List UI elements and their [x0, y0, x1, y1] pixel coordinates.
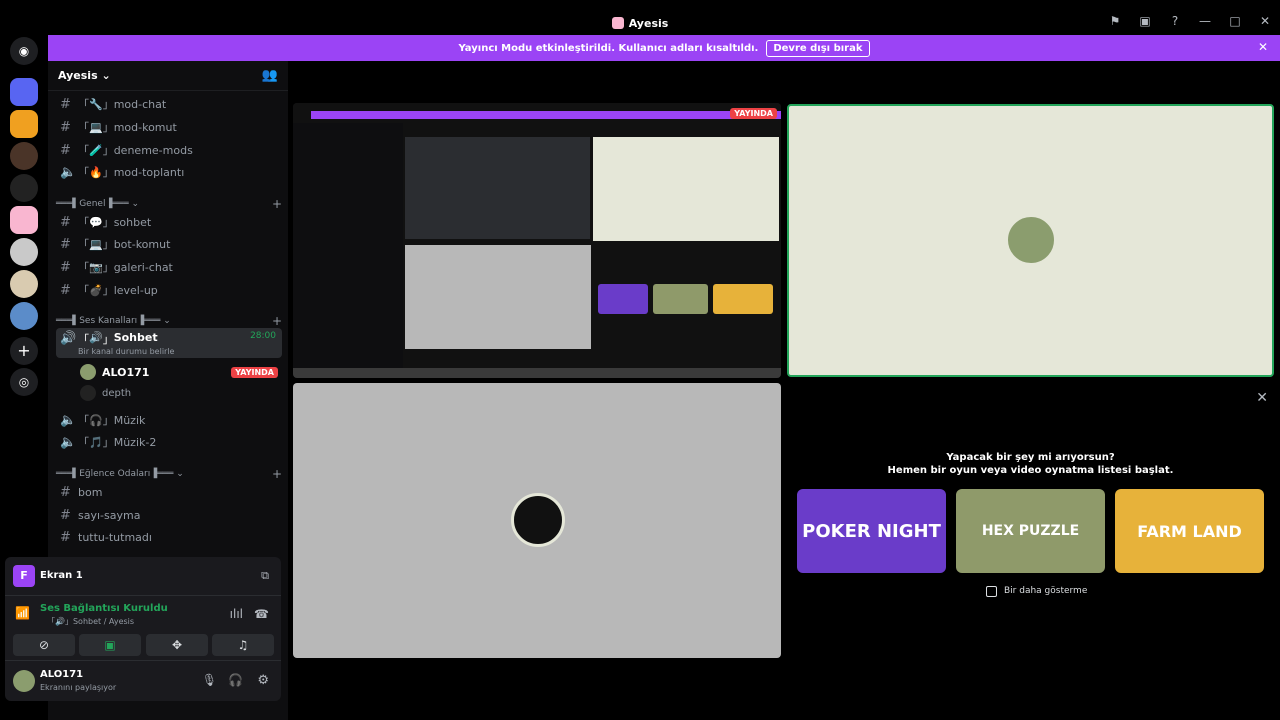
- close-window-button[interactable]: ✕: [1250, 14, 1280, 28]
- add-channel-icon[interactable]: +: [272, 197, 282, 211]
- connection-status[interactable]: Ses Bağlantısı Kuruldu: [40, 603, 168, 614]
- voice-channel[interactable]: 🔈 「🎵」 Müzik-2: [56, 431, 282, 453]
- streamer-mode-banner: Yayıncı Modu etkinleştirildi. Kullanıcı …: [48, 35, 1280, 61]
- activity-subheading: Hemen bir oyun veya video oynatma listes…: [887, 465, 1174, 476]
- game-poker-night[interactable]: POKER NIGHT: [797, 489, 946, 573]
- server-icon[interactable]: [10, 270, 38, 298]
- settings-gear-icon[interactable]: ⚙: [257, 673, 269, 688]
- banner-text: Yayıncı Modu etkinleştirildi. Kullanıcı …: [458, 42, 759, 54]
- channel-item[interactable]: # 「🧪」 deneme-mods: [56, 139, 282, 161]
- disable-streamer-mode-button[interactable]: Devre dışı bırak: [766, 39, 870, 57]
- server-icon-small: [611, 17, 624, 29]
- avatar: [80, 385, 96, 401]
- popout-icon[interactable]: ⧉: [261, 569, 269, 583]
- screen-title: Ekran 1: [40, 570, 83, 581]
- channel-item[interactable]: # 「📷」 galeri-chat: [56, 256, 282, 278]
- stream-tile-avatar[interactable]: [787, 104, 1274, 377]
- live-badge: YAYINDA: [730, 108, 777, 119]
- inbox-flag-icon[interactable]: ⚑: [1100, 14, 1130, 28]
- game-farm-land[interactable]: FARM LAND: [1115, 489, 1264, 573]
- close-banner-icon[interactable]: ✕: [1258, 40, 1268, 54]
- activity-heading: Yapacak bir şey mi arıyorsun?: [946, 452, 1115, 463]
- channel-item[interactable]: # sayı-sayma: [56, 504, 282, 526]
- help-icon[interactable]: ?: [1160, 14, 1190, 28]
- channel-item[interactable]: # 「💣」 level-up: [56, 279, 282, 301]
- avatar[interactable]: [13, 670, 35, 692]
- voice-panel: F Ekran 1 ⧉ 📶 Ses Bağlantısı Kuruldu 「🔊」…: [5, 557, 281, 701]
- share-screen-button[interactable]: ▣: [79, 634, 141, 656]
- avatar: [511, 493, 565, 547]
- stream-tile-avatar[interactable]: [293, 383, 781, 658]
- hash-icon: #: [60, 142, 71, 158]
- user-status: Ekranını paylaşıyor: [40, 683, 117, 692]
- voice-timer: 28:00: [250, 331, 276, 341]
- voice-user[interactable]: depth: [76, 382, 282, 404]
- channel-item[interactable]: # 「💻」 mod-komut: [56, 116, 282, 138]
- channel-status[interactable]: Bir kanal durumu belirle: [78, 347, 174, 356]
- disconnect-icon[interactable]: ☎: [254, 607, 269, 621]
- avatar: [1005, 214, 1057, 266]
- screen-thumb-icon: F: [13, 565, 35, 587]
- noise-suppression-icon[interactable]: ılıl: [230, 607, 243, 621]
- headphones-icon[interactable]: 🎧: [228, 673, 243, 687]
- game-hex-puzzle[interactable]: HEX PUZZLE: [956, 489, 1105, 573]
- category-eglence[interactable]: ═══▌ Eğlence Odaları ▐═══ ⌄ +: [56, 467, 282, 481]
- channel-item[interactable]: # bom: [56, 481, 282, 503]
- voice-channel[interactable]: 🔈 「🎧」 Müzik: [56, 409, 282, 431]
- minimize-button[interactable]: —: [1190, 14, 1220, 28]
- channel-item[interactable]: # tuttu-tutmadı: [56, 526, 282, 548]
- signal-icon: 📶: [15, 606, 30, 620]
- dont-show-checkbox[interactable]: [986, 586, 997, 597]
- server-icon[interactable]: [10, 110, 38, 138]
- soundboard-button[interactable]: ♫: [212, 634, 274, 656]
- speaker-icon: 🔈: [60, 164, 77, 180]
- add-channel-icon[interactable]: +: [272, 314, 282, 328]
- avatar: [80, 364, 96, 380]
- guild-header[interactable]: Ayesis ⌄ 👥: [48, 61, 288, 91]
- window-title: Ayesis: [0, 17, 1280, 30]
- channel-item[interactable]: # 「🔧」 mod-chat: [56, 93, 282, 115]
- hash-icon: #: [60, 96, 71, 112]
- camera-off-button[interactable]: ⊘: [13, 634, 75, 656]
- category-ses[interactable]: ═══▌ Ses Kanalları ▐═══ ⌄ +: [56, 314, 282, 328]
- server-icon[interactable]: [10, 238, 38, 266]
- add-server-icon[interactable]: +: [10, 337, 38, 365]
- live-badge: YAYINDA: [231, 366, 278, 378]
- activities-button[interactable]: ✥: [146, 634, 208, 656]
- stream-area: YAYINDA ✕ Yapacak bir şey mi arıyorsun? …: [288, 61, 1280, 720]
- discord-home-icon[interactable]: ◉: [10, 37, 38, 65]
- server-icon[interactable]: [10, 302, 38, 330]
- category-genel[interactable]: ═══▌ Genel ▐═══ ⌄ +: [56, 197, 282, 211]
- inbox-icon[interactable]: ▣: [1130, 14, 1160, 28]
- speaker-icon: 🔊: [60, 331, 77, 346]
- server-icon[interactable]: [10, 142, 38, 170]
- channel-item[interactable]: # 「💬」 sohbet: [56, 211, 282, 233]
- close-activity-icon[interactable]: ✕: [1256, 390, 1268, 406]
- user-name: ALO171: [40, 669, 84, 680]
- add-channel-icon[interactable]: +: [272, 467, 282, 481]
- hash-icon: #: [60, 119, 71, 135]
- channel-item[interactable]: # 「💻」 bot-komut: [56, 233, 282, 255]
- connection-location: 「🔊」Sohbet / Ayesis: [47, 617, 135, 626]
- dont-show-label: Bir daha gösterme: [1004, 586, 1088, 596]
- mic-icon[interactable]: 🎙: [202, 673, 217, 687]
- explore-icon[interactable]: ◎: [10, 368, 38, 396]
- stream-tile-screenshare[interactable]: YAYINDA: [293, 103, 781, 378]
- maximize-button[interactable]: □: [1220, 14, 1250, 28]
- server-icon[interactable]: [10, 174, 38, 202]
- dm-icon[interactable]: [10, 78, 38, 106]
- channel-item[interactable]: 🔈 「🔥」 mod-toplantı: [56, 161, 282, 183]
- voice-user[interactable]: ALO171 YAYINDA: [76, 361, 282, 383]
- add-member-icon[interactable]: 👥: [262, 68, 278, 83]
- server-icon[interactable]: [10, 206, 38, 234]
